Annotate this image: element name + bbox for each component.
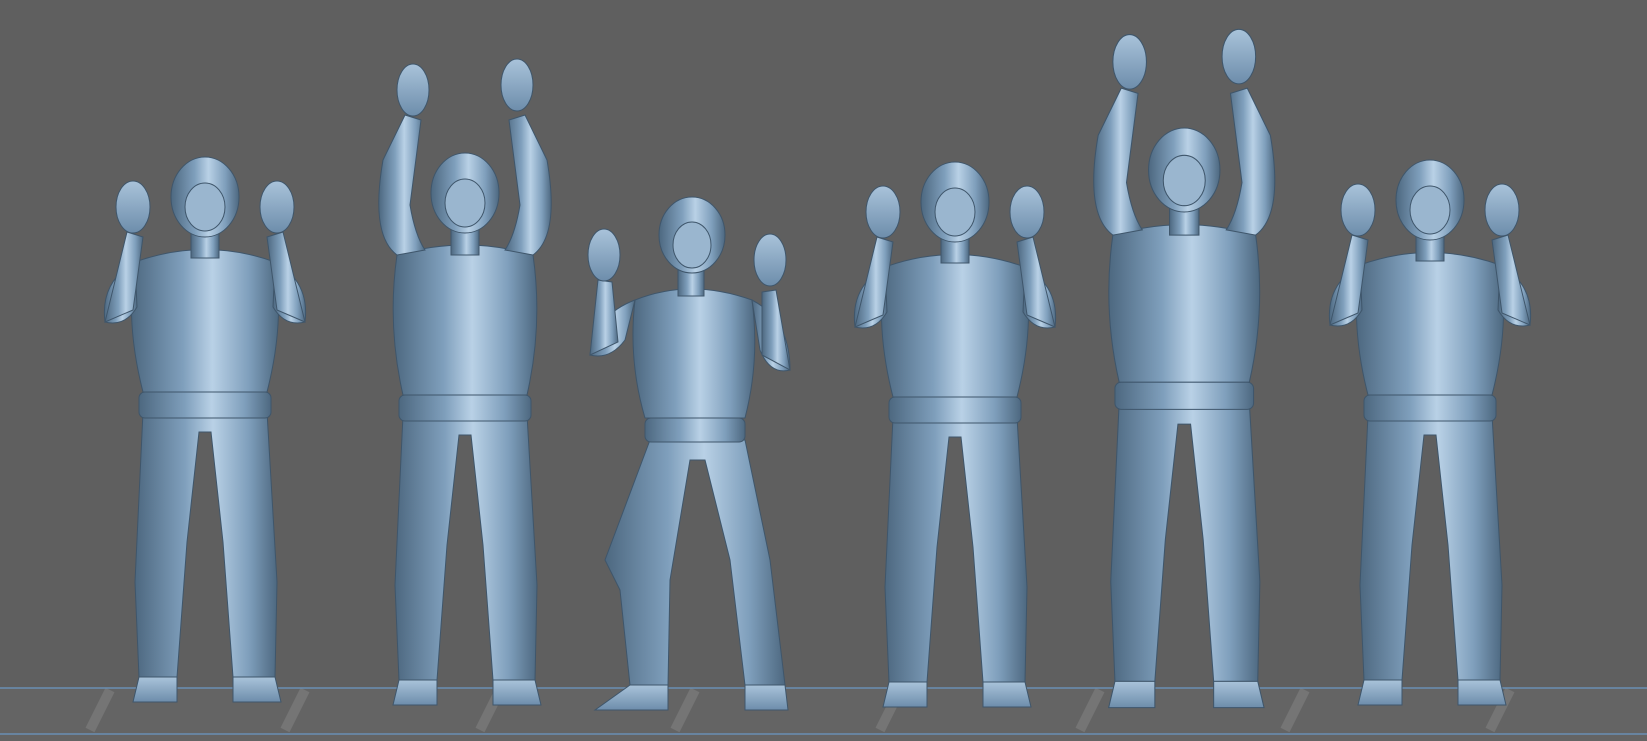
- figure-3-model[interactable]: [587, 196, 791, 711]
- figure-6-model[interactable]: [1328, 159, 1532, 706]
- figure-4-model[interactable]: [853, 161, 1057, 708]
- figure-5-model[interactable]: [1093, 28, 1276, 709]
- print-preview-scene: [0, 28, 1647, 741]
- figure-1-model[interactable]: [103, 156, 307, 703]
- 3d-viewport[interactable]: [0, 0, 1647, 741]
- figure-2-model[interactable]: [378, 58, 552, 706]
